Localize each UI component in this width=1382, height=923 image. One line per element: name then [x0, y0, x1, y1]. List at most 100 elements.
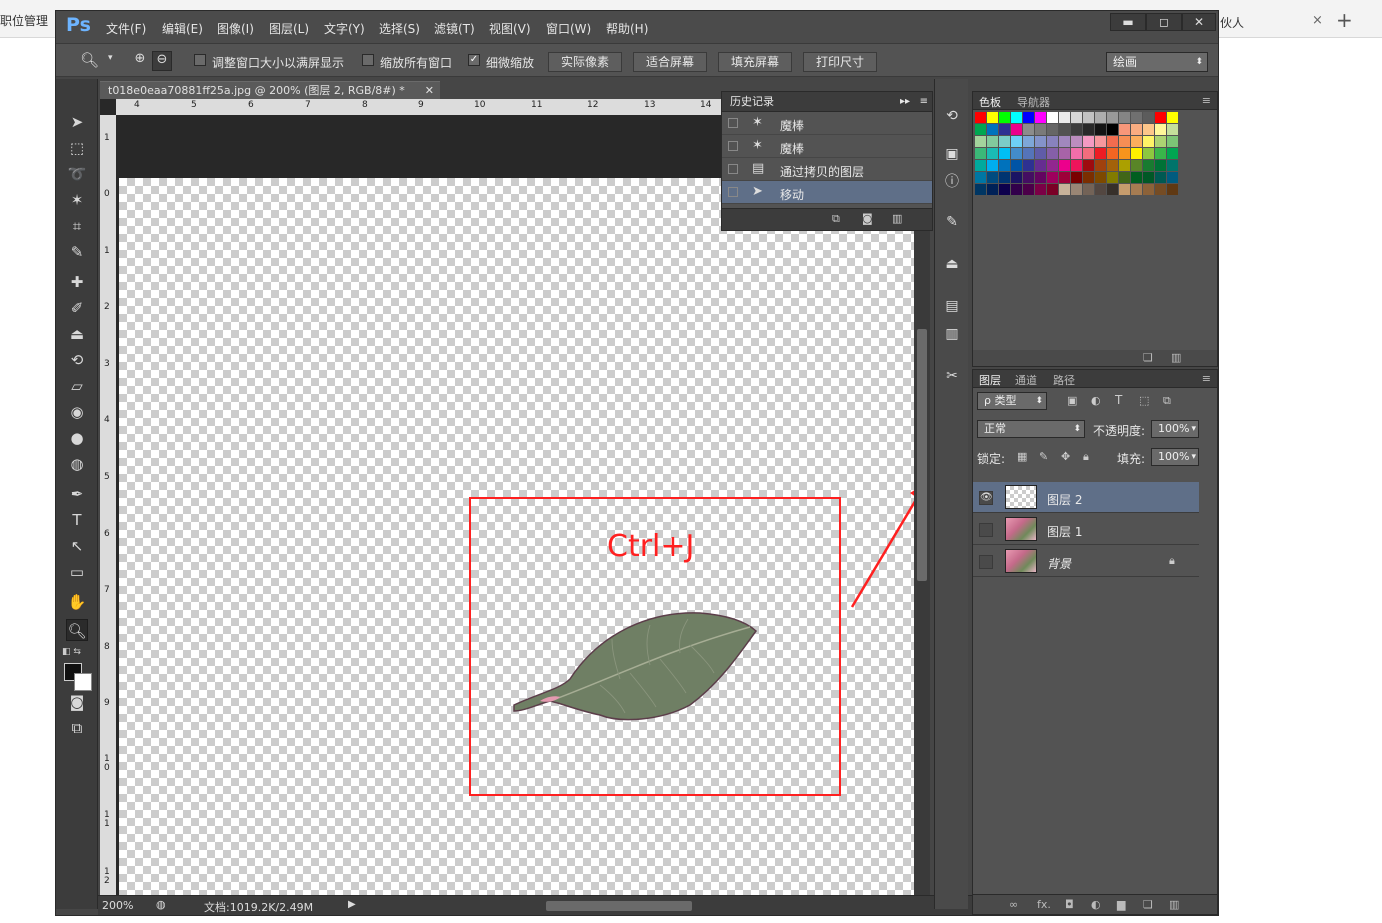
browser-tab-close-icon[interactable]: ×	[1312, 13, 1323, 28]
menu-image[interactable]: 图像(I)	[217, 20, 254, 37]
color-swatch[interactable]	[1131, 172, 1142, 183]
color-swatch[interactable]	[1035, 148, 1046, 159]
folder-icon[interactable]: ▆	[1117, 898, 1125, 911]
color-swatch[interactable]	[1035, 124, 1046, 135]
move-tool-icon[interactable]: ➤	[66, 111, 88, 133]
vertical-scrollbar[interactable]	[914, 115, 930, 896]
visibility-toggle[interactable]	[979, 523, 993, 537]
mask-icon[interactable]: ◘	[1065, 898, 1074, 911]
color-swatch[interactable]	[1023, 184, 1034, 195]
color-swatch[interactable]	[1023, 136, 1034, 147]
color-swatch[interactable]	[1119, 172, 1130, 183]
color-swatch[interactable]	[1023, 172, 1034, 183]
actions-panel-icon[interactable]: ▣	[943, 145, 961, 163]
trash-icon[interactable]: ▥	[1169, 898, 1179, 911]
color-swatch[interactable]	[999, 124, 1010, 135]
layer-row[interactable]: 背景 🔒︎	[973, 546, 1199, 577]
lasso-tool-icon[interactable]: ➰	[66, 163, 88, 185]
blur-tool-icon[interactable]: ●	[66, 427, 88, 449]
vertical-scroll-thumb[interactable]	[917, 329, 927, 581]
color-swatch[interactable]	[1119, 112, 1130, 123]
tab-layers[interactable]: 图层	[979, 372, 1001, 388]
panel-menu-icon[interactable]: ≡	[920, 92, 928, 112]
color-swatch[interactable]	[1035, 112, 1046, 123]
menu-window[interactable]: 窗口(W)	[546, 20, 591, 37]
history-item[interactable]: ✶ 魔棒	[722, 135, 932, 158]
color-swatch[interactable]	[1071, 124, 1082, 135]
tab-swatches[interactable]: 色板	[979, 94, 1001, 110]
color-swatch[interactable]	[1059, 124, 1070, 135]
color-swatch[interactable]	[1023, 124, 1034, 135]
color-swatch[interactable]	[1131, 136, 1142, 147]
brush-tool-icon[interactable]: ✐	[66, 297, 88, 319]
color-swatch[interactable]	[975, 172, 986, 183]
color-swatch[interactable]	[1167, 124, 1178, 135]
history-source-checkbox[interactable]	[728, 118, 738, 128]
camera-snapshot-icon[interactable]: ◙	[862, 212, 873, 225]
color-swatch[interactable]	[1167, 136, 1178, 147]
color-swatch[interactable]	[999, 112, 1010, 123]
color-swatch[interactable]	[1047, 124, 1058, 135]
color-swatch[interactable]	[1143, 148, 1154, 159]
menu-view[interactable]: 视图(V)	[489, 20, 531, 37]
color-swatch[interactable]	[1035, 136, 1046, 147]
color-swatch[interactable]	[1047, 160, 1058, 171]
panel-menu-icon[interactable]: ≡	[1202, 372, 1211, 385]
color-swatch[interactable]	[1107, 136, 1118, 147]
pen-tool-icon[interactable]: ✒	[66, 483, 88, 505]
color-swatch[interactable]	[1095, 184, 1106, 195]
lock-all-icon[interactable]: 🔒︎	[1083, 450, 1089, 464]
color-swatch[interactable]	[1119, 124, 1130, 135]
color-swatch[interactable]	[1119, 148, 1130, 159]
brush-presets-icon[interactable]: ✎	[943, 213, 961, 231]
history-item[interactable]: ▤ 通过拷贝的图层	[722, 158, 932, 181]
color-swatch[interactable]	[1119, 160, 1130, 171]
paragraph-panel-icon[interactable]: ▥	[943, 325, 961, 343]
color-swatch[interactable]	[1107, 184, 1118, 195]
color-swatch[interactable]	[1083, 148, 1094, 159]
color-swatch[interactable]	[1155, 184, 1166, 195]
color-swatch[interactable]	[1143, 160, 1154, 171]
rectangle-tool-icon[interactable]: ▭	[66, 561, 88, 583]
color-swatch[interactable]	[999, 184, 1010, 195]
color-swatch[interactable]	[987, 124, 998, 135]
history-source-checkbox[interactable]	[728, 164, 738, 174]
color-swatch[interactable]	[1131, 160, 1142, 171]
hand-tool-icon[interactable]: ✋	[66, 591, 88, 613]
tab-paths[interactable]: 路径	[1053, 372, 1075, 388]
menu-type[interactable]: 文字(Y)	[324, 20, 365, 37]
blend-mode-select[interactable]: 正常 ⬍	[977, 420, 1085, 438]
close-button[interactable]: ✕	[1182, 13, 1216, 31]
color-swatch[interactable]	[1095, 172, 1106, 183]
type-tool-icon[interactable]: T	[66, 509, 88, 531]
color-swatch[interactable]	[1107, 124, 1118, 135]
color-swatch[interactable]	[1059, 136, 1070, 147]
color-swatch[interactable]	[1155, 148, 1166, 159]
color-swatch[interactable]	[975, 160, 986, 171]
status-menu-arrow-icon[interactable]: ▶	[348, 899, 356, 910]
color-swatch[interactable]	[1083, 184, 1094, 195]
color-swatch[interactable]	[1047, 184, 1058, 195]
color-swatch[interactable]	[1107, 160, 1118, 171]
color-swatch[interactable]	[1023, 112, 1034, 123]
color-swatch[interactable]	[1011, 124, 1022, 135]
color-swatch[interactable]	[1143, 136, 1154, 147]
menu-help[interactable]: 帮助(H)	[606, 20, 648, 37]
quick-mask-icon[interactable]: ◙	[66, 691, 88, 713]
color-swatch[interactable]	[1047, 136, 1058, 147]
menu-select[interactable]: 选择(S)	[379, 20, 420, 37]
color-swatch[interactable]	[1071, 184, 1082, 195]
color-swatch[interactable]	[999, 160, 1010, 171]
color-swatch[interactable]	[1167, 112, 1178, 123]
menu-layer[interactable]: 图层(L)	[269, 20, 309, 37]
zoom-level[interactable]: 200%	[102, 899, 133, 912]
document-tab[interactable]: t018e0eaa70881ff25a.jpg @ 200% (图层 2, RG…	[100, 81, 440, 99]
color-swatch[interactable]	[1059, 160, 1070, 171]
opacity-input[interactable]: 100% ▾	[1151, 420, 1199, 438]
color-swatch[interactable]	[999, 136, 1010, 147]
lock-position-icon[interactable]: ✥	[1061, 450, 1070, 463]
info-icon[interactable]: ⓘ	[943, 173, 961, 191]
print-size-button[interactable]: 打印尺寸	[803, 52, 877, 72]
color-swatch[interactable]	[1131, 184, 1142, 195]
color-swatch[interactable]	[1011, 160, 1022, 171]
